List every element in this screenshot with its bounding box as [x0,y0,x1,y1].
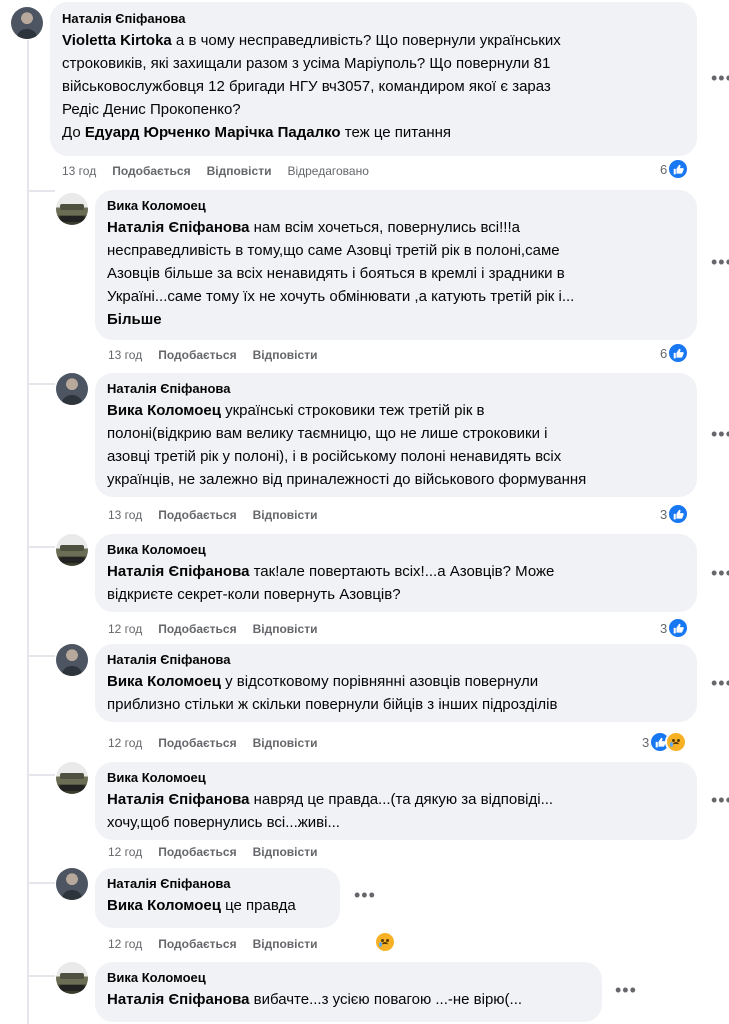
sad-reaction-icon [374,931,396,953]
more-options-icon[interactable]: ••• [711,790,729,810]
comment-text: Вика Коломоец українські строковики теж … [107,402,587,488]
reply-button[interactable]: Відповісти [253,621,318,637]
avatar[interactable] [56,762,88,794]
comment-author[interactable]: Вика Коломоец [107,770,685,786]
reaction-count[interactable]: 3 [660,503,690,525]
mention-link[interactable]: Наталія Єпіфанова [107,219,249,236]
comment-meta: 12 год Подобається Відповісти [108,936,317,952]
reply-connector [27,774,55,776]
comment-bubble: Наталія Єпіфанова Violetta Kirtoka а в ч… [50,2,697,156]
mention-link[interactable]: Едуард Юрченко Марічка Падалко [85,124,341,141]
comment-meta: 12 год Подобається Відповісти [108,735,317,751]
more-options-icon[interactable]: ••• [354,885,376,905]
comment-text: Наталія Єпіфанова вибачте...з усією пова… [107,991,523,1008]
reply-connector [27,655,55,657]
mention-link[interactable]: Наталія Єпіфанова [107,791,249,808]
reply-connector [27,975,55,977]
more-options-icon[interactable]: ••• [711,68,729,88]
edited-label: Відредаговано [287,164,369,178]
comment-meta: 12 год Подобається Відповісти [108,621,317,637]
comment-author[interactable]: Наталія Єпіфанова [62,11,685,27]
like-button[interactable]: Подобається [158,936,236,952]
comment-text: Наталія Єпіфанова нам всім хочеться, пов… [107,216,685,331]
timestamp[interactable]: 12 год [108,735,142,751]
timestamp[interactable]: 12 год [108,621,142,637]
more-options-icon[interactable]: ••• [711,563,729,583]
mention-link[interactable]: Наталія Єпіфанова [107,563,249,580]
avatar[interactable] [11,7,43,39]
avatar[interactable] [56,868,88,900]
avatar[interactable] [56,644,88,676]
comment-text: Наталія Єпіфанова навряд це правда...(та… [107,791,554,831]
see-more-link[interactable]: Більше [107,308,685,331]
comment-bubble: Наталія Єпіфанова Вика Коломоец це правд… [95,868,340,928]
like-button[interactable]: Подобається [112,163,190,179]
reaction-count[interactable]: 3 [660,617,690,639]
comment-bubble: Вика Коломоец Наталія Єпіфанова так!але … [95,534,697,612]
reply-button[interactable]: Відповісти [207,163,272,179]
timestamp[interactable]: 13 год [108,347,142,363]
reaction-count[interactable]: 6 [660,342,690,364]
like-button[interactable]: Подобається [158,735,236,751]
avatar[interactable] [56,193,88,225]
like-button[interactable]: Подобається [158,621,236,637]
reply-connector [27,546,55,548]
mention-link[interactable]: Наталія Єпіфанова [107,991,249,1008]
reply-connector [27,383,55,385]
comment-bubble: Вика Коломоец Наталія Єпіфанова навряд ц… [95,762,697,840]
comment-author[interactable]: Наталія Єпіфанова [107,876,328,892]
comment-meta: 13 год Подобається Відповісти [108,507,317,523]
more-options-icon[interactable]: ••• [711,424,729,444]
reaction-count[interactable] [374,931,396,953]
more-options-icon[interactable]: ••• [711,673,729,693]
like-button[interactable]: Подобається [158,844,236,860]
comment-author[interactable]: Наталія Єпіфанова [107,652,685,668]
avatar[interactable] [56,962,88,994]
comment-bubble: Вика Коломоец Наталія Єпіфанова вибачте.… [95,962,602,1022]
reply-connector [27,190,55,192]
comment-author[interactable]: Вика Коломоец [107,542,685,558]
comment-author[interactable]: Наталія Єпіфанова [107,381,685,397]
comment-bubble: Наталія Єпіфанова Вика Коломоец українсь… [95,373,697,497]
like-button[interactable]: Подобається [158,347,236,363]
comment-author[interactable]: Вика Коломоец [107,198,685,214]
like-reaction-icon [667,158,690,180]
comment-author[interactable]: Вика Коломоец [107,970,590,986]
reply-button[interactable]: Відповісти [253,936,318,952]
more-options-icon[interactable]: ••• [711,252,729,272]
reaction-count[interactable]: 3 [642,731,688,753]
timestamp[interactable]: 13 год [108,507,142,523]
comment-text: Вика Коломоец це правда [107,897,296,914]
timestamp[interactable]: 12 год [108,936,142,952]
comment-meta: 13 год Подобається Відповісти [108,347,317,363]
thread-line [27,40,29,1024]
mention-link[interactable]: Вика Коломоец [107,897,221,914]
mention-link[interactable]: Вика Коломоец [107,673,221,690]
avatar[interactable] [56,373,88,405]
avatar[interactable] [56,534,88,566]
timestamp[interactable]: 13 год [62,163,96,179]
reaction-count[interactable]: 6 [660,158,690,180]
like-button[interactable]: Подобається [158,507,236,523]
reply-connector [27,882,55,884]
like-reaction-icon [667,342,690,364]
reply-button[interactable]: Відповісти [253,735,318,751]
comment-bubble: Наталія Єпіфанова Вика Коломоец у відсот… [95,644,697,722]
comment-bubble: Вика Коломоец Наталія Єпіфанова нам всім… [95,190,697,340]
reply-button[interactable]: Відповісти [253,844,318,860]
comment-text: Violetta Kirtoka а в чому несправедливіс… [62,32,561,141]
reply-button[interactable]: Відповісти [253,347,318,363]
sad-reaction-icon [665,731,688,753]
more-options-icon[interactable]: ••• [615,980,637,1000]
comment-meta: 12 год Подобається Відповісти [108,844,317,860]
timestamp[interactable]: 12 год [108,844,142,860]
comment-meta: 13 год Подобається Відповісти Відредагов… [62,163,369,179]
comment-text: Вика Коломоец у відсотковому порівнянні … [107,673,558,713]
like-reaction-icon [667,617,690,639]
like-reaction-icon [667,503,690,525]
mention-link[interactable]: Вика Коломоец [107,402,221,419]
comment-text: Наталія Єпіфанова так!але повертають всі… [107,563,555,603]
mention-link[interactable]: Violetta Kirtoka [62,32,172,49]
reply-button[interactable]: Відповісти [253,507,318,523]
